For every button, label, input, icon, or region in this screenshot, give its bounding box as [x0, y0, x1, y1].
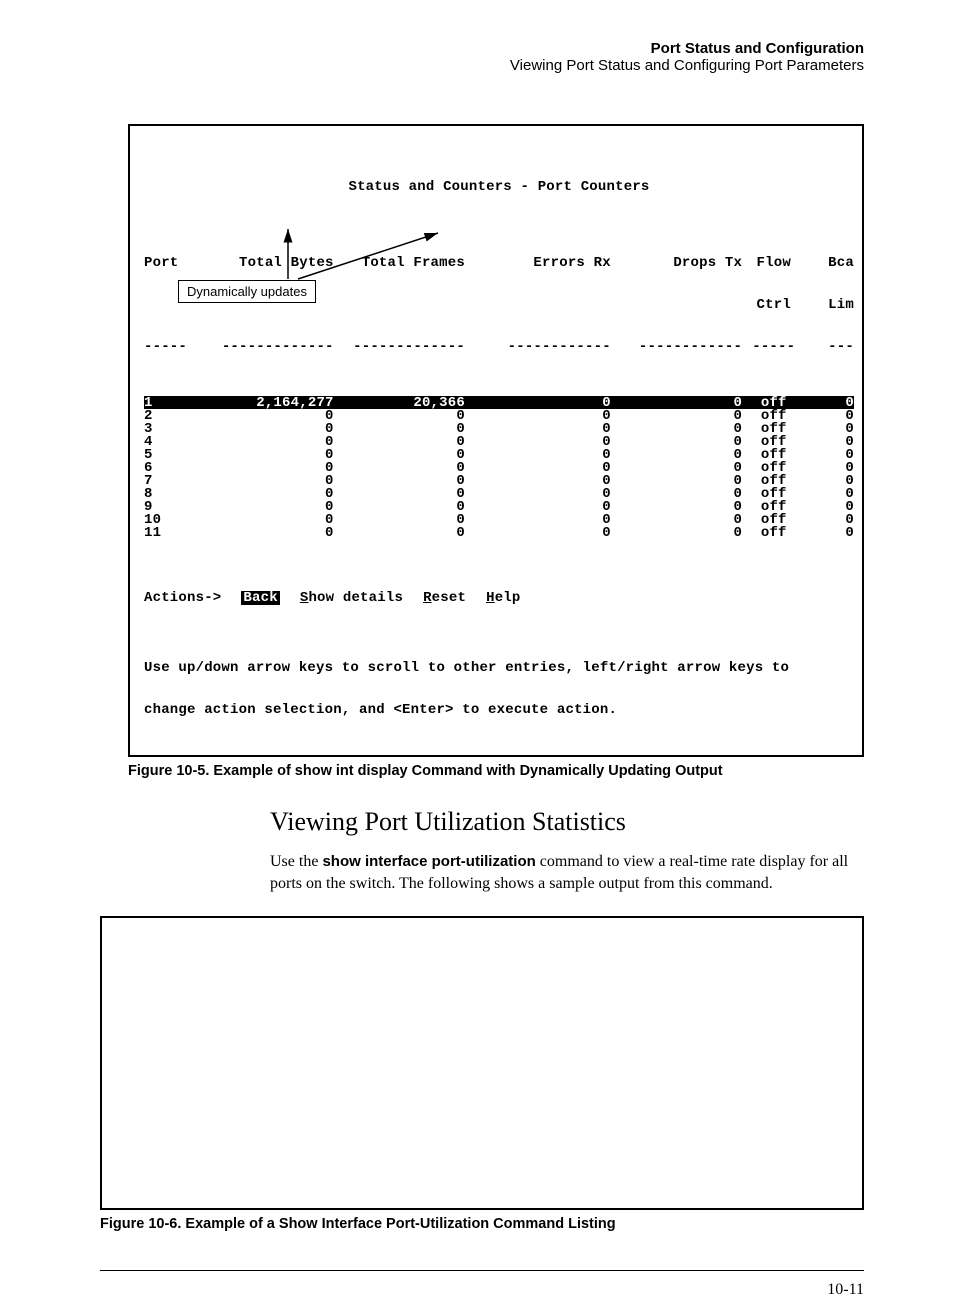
action-help[interactable]: Help — [486, 591, 520, 605]
action-show-details[interactable]: Show details — [300, 591, 403, 605]
col-bytes: Total Bytes — [202, 256, 333, 270]
section-heading: Viewing Port Utilization Statistics — [270, 807, 864, 837]
col-lim1: Bca — [805, 256, 854, 270]
terminal-title: Status and Counters - Port Counters — [144, 180, 854, 194]
actions-line: Actions-> Back Show details Reset Help — [144, 591, 854, 605]
action-reset[interactable]: Reset — [423, 591, 466, 605]
callout-dynamic-updates: Dynamically updates — [178, 280, 316, 303]
action-back[interactable]: Back — [241, 591, 279, 605]
table-row: 40000off0 — [144, 435, 854, 448]
table-row: 100000off0 — [144, 513, 854, 526]
figure-10-5-caption: Figure 10-5. Example of show int display… — [128, 763, 864, 779]
table-row: 20000off0 — [144, 409, 854, 422]
table-row: 50000off0 — [144, 448, 854, 461]
footer-rule — [100, 1270, 864, 1271]
table-row: 30000off0 — [144, 422, 854, 435]
figure-10-5-box: Status and Counters - Port Counters Port… — [128, 124, 864, 757]
table-row: 90000off0 — [144, 500, 854, 513]
col-lim2: Lim — [805, 298, 854, 312]
data-rows: 12,164,27720,36600off020000off030000off0… — [144, 396, 854, 539]
actions-label: Actions-> — [144, 591, 221, 605]
table-row: 12,164,27720,36600off0 — [144, 396, 854, 409]
header-subtitle: Viewing Port Status and Configuring Port… — [100, 57, 864, 74]
col-drops: Drops Tx — [611, 256, 742, 270]
table-row: 60000off0 — [144, 461, 854, 474]
header-dashes: ----- ------------- ------------- ------… — [144, 340, 854, 354]
running-header: Port Status and Configuration Viewing Po… — [100, 40, 864, 74]
section-paragraph: Use the show interface port-utilization … — [270, 851, 864, 894]
hint-line-1: Use up/down arrow keys to scroll to othe… — [144, 661, 854, 675]
command-name: show interface port-utilization — [322, 853, 535, 870]
hint-line-2: change action selection, and <Enter> to … — [144, 703, 854, 717]
header-title: Port Status and Configuration — [100, 40, 864, 57]
figure-10-6-caption: Figure 10-6. Example of a Show Interface… — [100, 1216, 864, 1232]
col-flow2: Ctrl — [742, 298, 805, 312]
col-flow1: Flow — [742, 256, 805, 270]
page-number: 10-11 — [100, 1281, 864, 1299]
column-headers: Port Total Bytes Total Frames Errors Rx … — [144, 256, 854, 270]
table-row: 70000off0 — [144, 474, 854, 487]
col-errors: Errors Rx — [465, 256, 611, 270]
terminal-output: Status and Counters - Port Counters Port… — [130, 126, 862, 755]
col-frames: Total Frames — [334, 256, 465, 270]
table-row: 110000off0 — [144, 526, 854, 539]
col-port: Port — [144, 256, 202, 270]
figure-10-6-box — [100, 916, 864, 1210]
table-row: 80000off0 — [144, 487, 854, 500]
